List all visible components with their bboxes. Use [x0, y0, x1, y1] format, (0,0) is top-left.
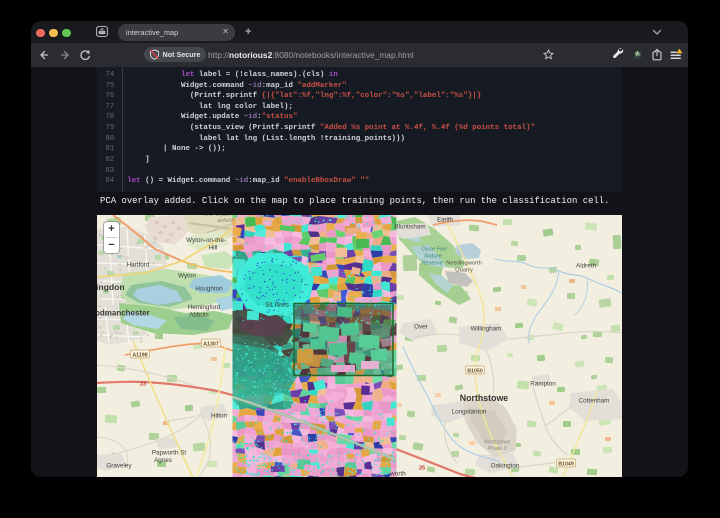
svg-text:B1050: B1050: [467, 368, 483, 374]
svg-text:Northstowe: Northstowe: [484, 439, 510, 445]
svg-text:St Ives: St Ives: [265, 300, 289, 309]
svg-text:Over: Over: [414, 323, 428, 330]
svg-text:Aldreth: Aldreth: [576, 262, 596, 269]
svg-text:airfield: airfield: [217, 218, 233, 224]
svg-text:Holywell: Holywell: [329, 317, 351, 323]
svg-text:Oakington: Oakington: [491, 462, 520, 469]
svg-text:23: 23: [140, 381, 146, 387]
svg-text:Cottenham: Cottenham: [579, 397, 610, 404]
svg-text:Agnes: Agnes: [154, 457, 172, 464]
svg-text:Northstowe: Northstowe: [460, 393, 508, 403]
svg-text:odmanchester: odmanchester: [97, 308, 150, 317]
svg-text:Abbots: Abbots: [189, 311, 209, 318]
svg-text:ingdon: ingdon: [97, 282, 125, 292]
svg-text:Hartford: Hartford: [127, 261, 150, 268]
svg-text:Hemingford: Hemingford: [188, 304, 221, 311]
svg-text:worth: worth: [389, 470, 406, 477]
svg-text:25: 25: [419, 465, 425, 471]
svg-text:Willingham: Willingham: [471, 325, 502, 332]
svg-text:Papworth St: Papworth St: [152, 449, 187, 456]
svg-text:RAF Wyton: RAF Wyton: [204, 215, 231, 218]
svg-text:B1049: B1049: [558, 461, 574, 467]
svg-text:Quarry: Quarry: [455, 267, 473, 273]
svg-text:A1198: A1198: [132, 352, 147, 358]
svg-text:Longstanton: Longstanton: [452, 408, 487, 415]
svg-text:Needingworth: Needingworth: [446, 260, 482, 266]
svg-text:Reserve: Reserve: [421, 260, 443, 266]
svg-text:Ouse Fen: Ouse Fen: [421, 246, 446, 252]
svg-text:Phase 3: Phase 3: [487, 446, 506, 452]
svg-text:Wyton: Wyton: [178, 272, 196, 279]
svg-text:Nature: Nature: [424, 253, 442, 259]
svg-text:Graveley: Graveley: [106, 462, 132, 469]
svg-text:Earith: Earith: [437, 217, 453, 223]
svg-text:Hilton: Hilton: [211, 412, 228, 419]
svg-text:Wyton-on-the-: Wyton-on-the-: [186, 237, 226, 244]
svg-text:Rampton: Rampton: [530, 380, 556, 387]
svg-text:Bluntisham: Bluntisham: [394, 223, 425, 230]
svg-text:Houghton: Houghton: [195, 285, 223, 292]
svg-text:A1307: A1307: [203, 341, 219, 347]
svg-text:Hill: Hill: [209, 244, 218, 251]
